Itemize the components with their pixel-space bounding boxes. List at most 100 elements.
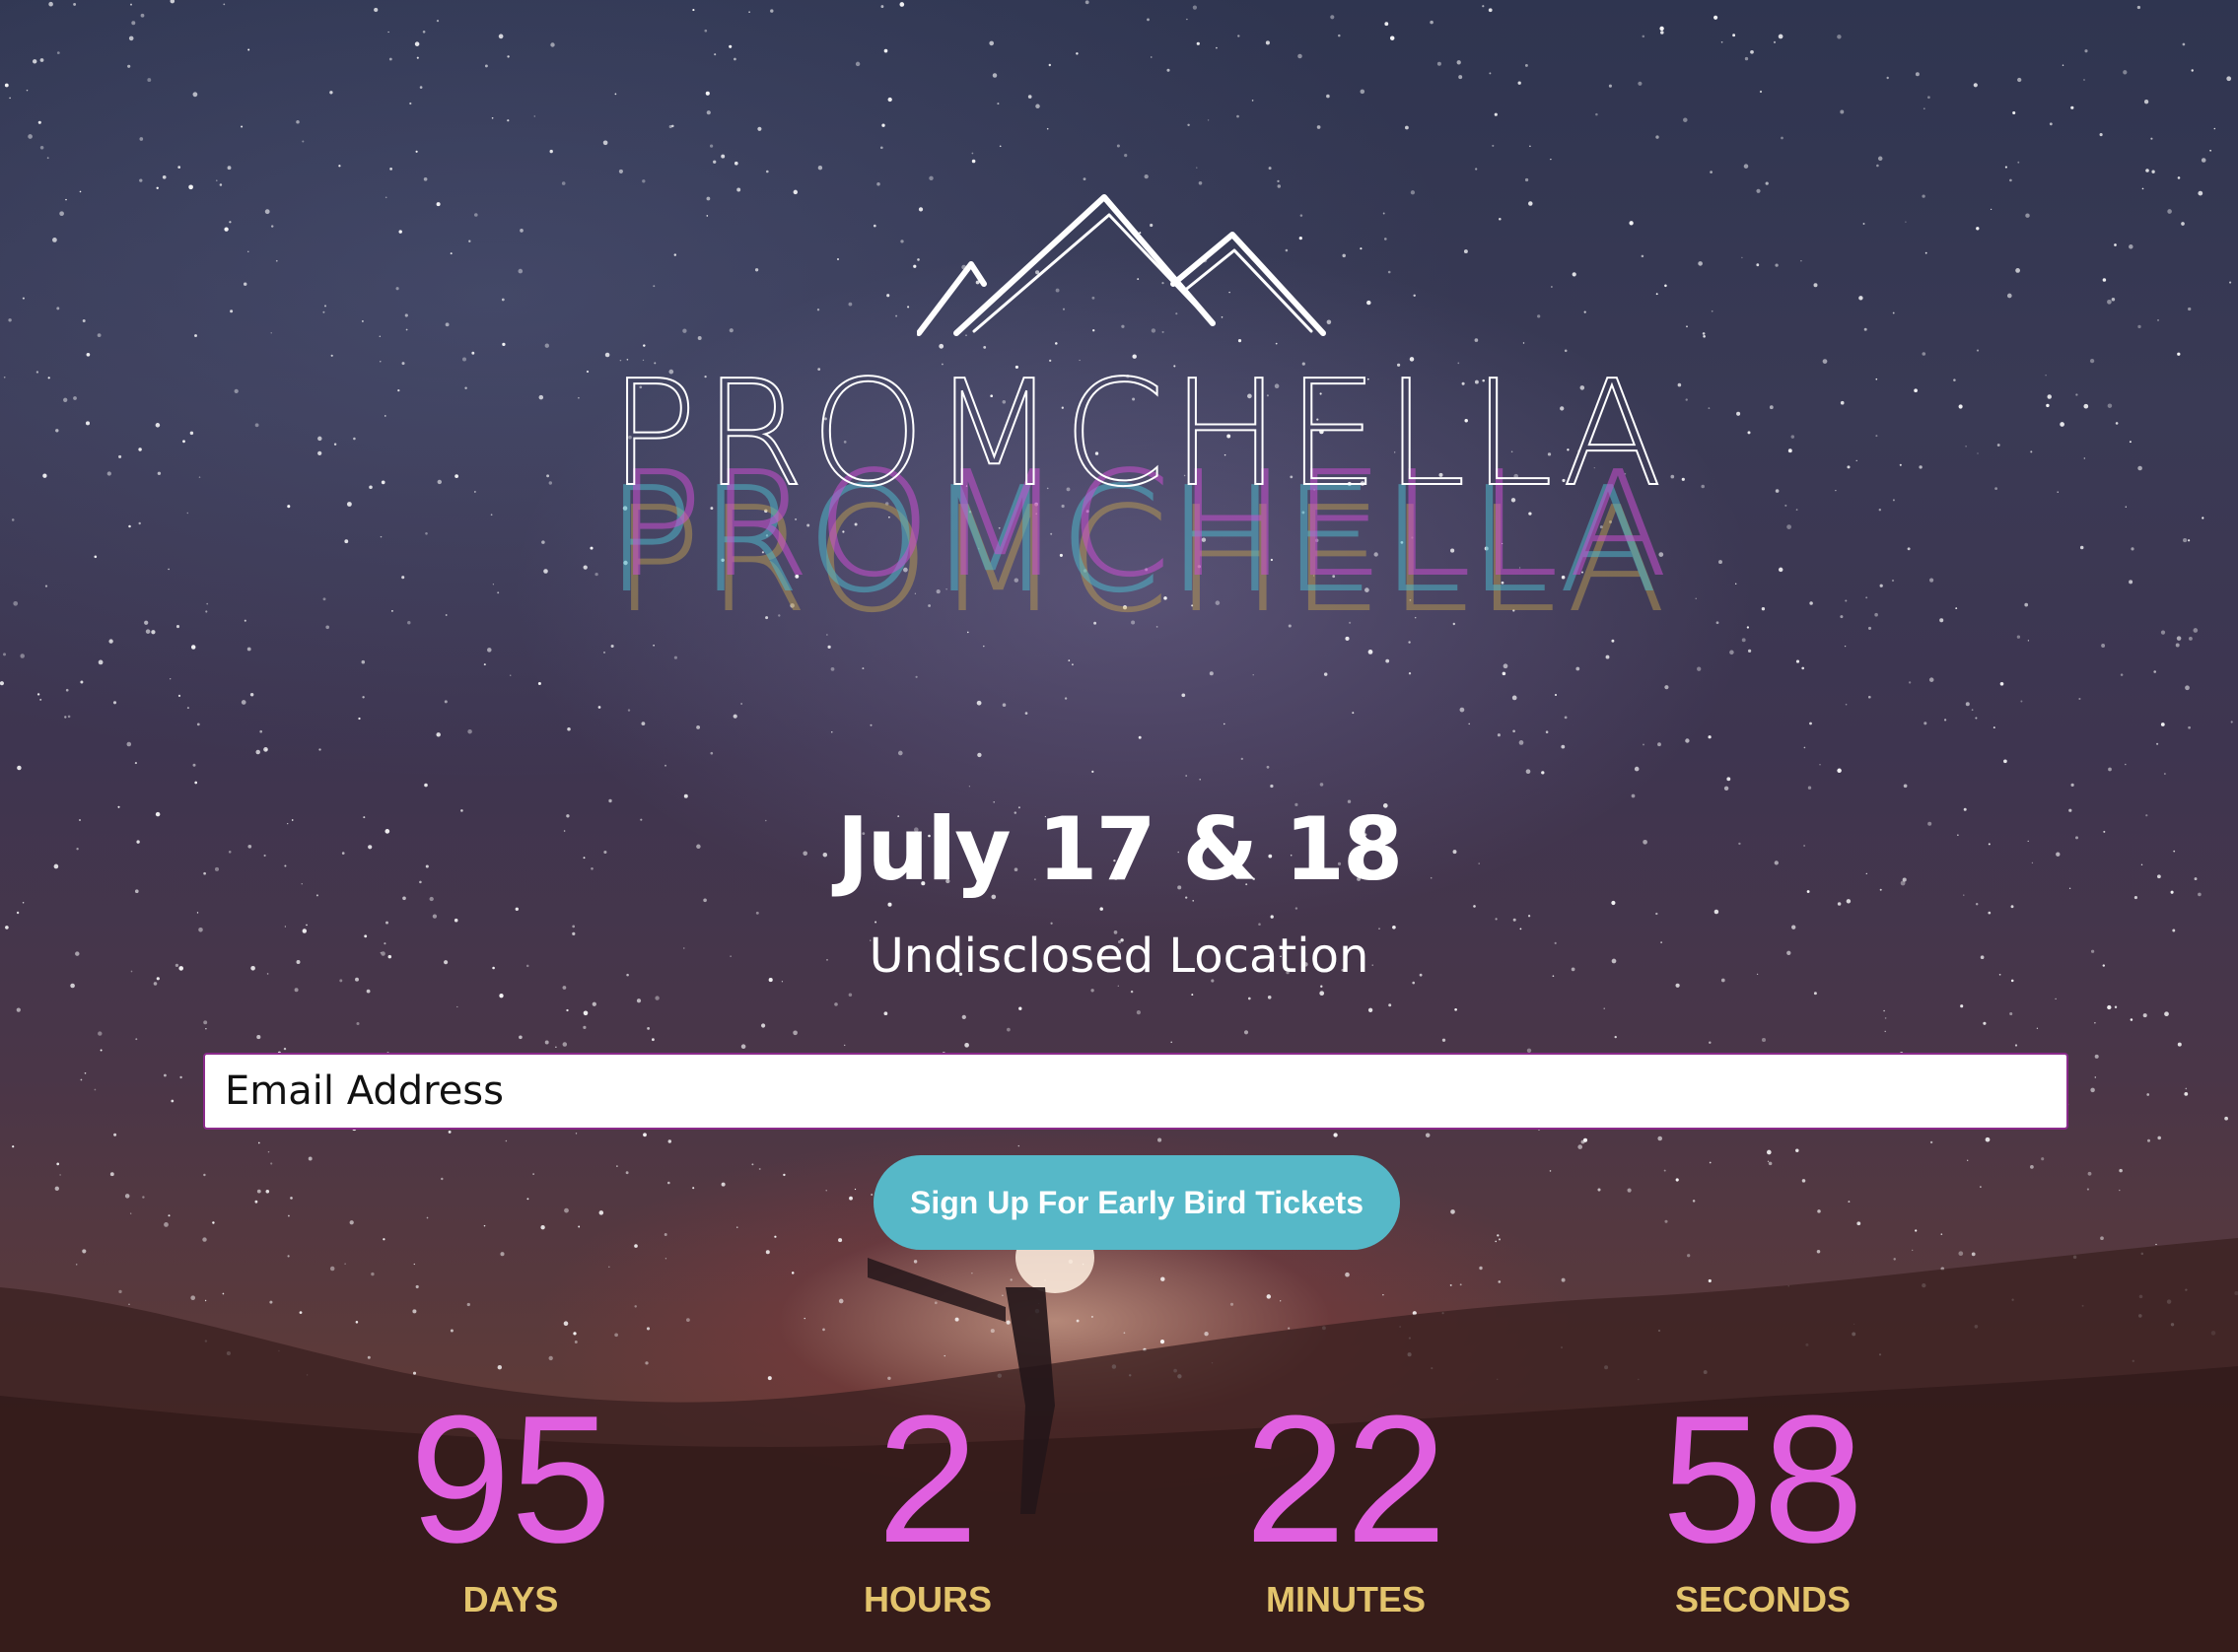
star (783, 1173, 786, 1177)
star (2125, 506, 2128, 508)
star (1076, 52, 1079, 55)
star (1756, 188, 1761, 193)
star (2086, 1188, 2089, 1191)
early-bird-signup-button[interactable]: Sign Up For Early Bird Tickets (874, 1155, 1400, 1250)
star (1813, 992, 1817, 996)
star (42, 473, 47, 478)
star (2129, 580, 2133, 585)
star (140, 13, 145, 18)
star (1713, 15, 1718, 20)
star (284, 926, 287, 928)
star (131, 21, 136, 26)
star (388, 57, 392, 61)
star (2036, 1027, 2039, 1029)
star (968, 786, 971, 788)
star (883, 1011, 888, 1016)
star (1326, 94, 1330, 99)
star (1018, 1006, 1022, 1010)
star (2114, 243, 2117, 246)
star (1773, 40, 1777, 44)
star (668, 124, 672, 129)
star (1185, 775, 1188, 777)
star (385, 921, 388, 925)
star (696, 724, 701, 729)
star (643, 1133, 647, 1137)
star (583, 1010, 589, 1016)
star (246, 647, 251, 652)
star (318, 748, 321, 751)
star (333, 443, 337, 447)
star (2107, 1004, 2112, 1010)
star (385, 196, 387, 199)
star (353, 437, 356, 441)
star (1319, 783, 1324, 787)
countdown-days: 95 DAYS (363, 1388, 659, 1620)
star (1035, 103, 1040, 109)
star (2120, 673, 2124, 676)
star (2057, 491, 2059, 493)
countdown-hours: 2 HOURS (780, 1388, 1076, 1620)
star (2046, 403, 2050, 408)
star (1845, 599, 1848, 602)
star (1564, 716, 1568, 720)
star (1643, 743, 1644, 746)
star (1744, 56, 1749, 61)
star (1561, 744, 1566, 749)
star (416, 56, 419, 59)
star (1655, 135, 1659, 139)
star (98, 659, 104, 665)
star (1867, 626, 1872, 630)
star (1732, 34, 1736, 37)
star (391, 610, 393, 612)
star (127, 64, 131, 68)
star (192, 92, 198, 98)
star (330, 354, 333, 357)
star (2177, 176, 2181, 179)
star (770, 9, 774, 13)
star (2111, 297, 2116, 302)
star (2145, 169, 2149, 172)
star (203, 1173, 206, 1177)
star (1116, 144, 1120, 148)
star (389, 168, 392, 171)
star (1965, 702, 1970, 707)
star (126, 741, 132, 747)
star (2177, 352, 2181, 356)
star (379, 335, 382, 338)
star (175, 625, 180, 629)
star (227, 166, 232, 171)
star (1993, 726, 1995, 729)
star (1908, 681, 1912, 684)
star (2079, 545, 2084, 550)
star (468, 240, 471, 242)
star (144, 620, 149, 625)
email-input[interactable] (203, 1053, 2068, 1130)
star (1388, 1003, 1392, 1007)
star (1975, 717, 1978, 720)
star (572, 925, 576, 929)
star (94, 555, 98, 559)
star (1147, 18, 1150, 22)
star (1659, 26, 1664, 32)
star (854, 1188, 857, 1191)
star (2020, 700, 2023, 703)
star (1384, 22, 1389, 27)
star (1855, 459, 1857, 462)
star (2114, 1005, 2118, 1009)
star (168, 568, 170, 571)
star (1237, 34, 1240, 37)
star (177, 166, 181, 169)
star (706, 110, 711, 115)
star (1922, 352, 1926, 356)
star (2183, 538, 2188, 543)
star (65, 198, 67, 201)
star (254, 423, 259, 428)
star (196, 723, 200, 726)
star (1352, 712, 1355, 715)
star (1597, 1188, 1601, 1192)
star (1903, 784, 1908, 789)
star (366, 989, 371, 994)
star (490, 514, 493, 516)
star (1170, 1041, 1172, 1044)
star (1924, 251, 1927, 254)
